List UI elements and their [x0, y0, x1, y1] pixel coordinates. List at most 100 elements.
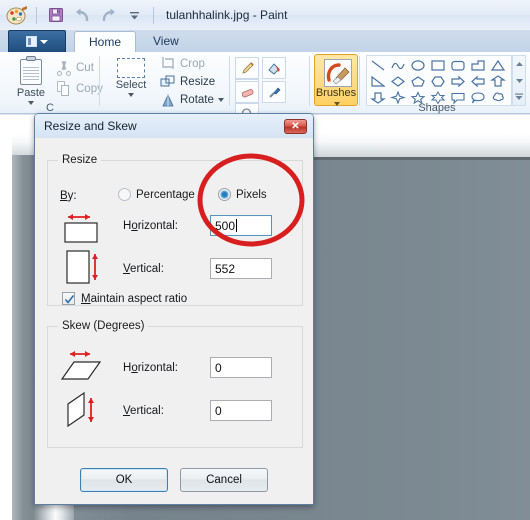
rotate-icon	[160, 92, 176, 108]
radio-percentage-label[interactable]: Percentage	[136, 189, 195, 201]
vertical-resize-icon	[64, 248, 106, 291]
rotate-chevron-down-icon	[217, 98, 224, 102]
dialog-title: Resize and Skew	[44, 119, 137, 133]
skew-vertical-value: 0	[215, 403, 222, 418]
select-chevron-down-icon	[128, 93, 134, 97]
chevron-down-icon	[40, 39, 48, 44]
horizontal-input-value: 500	[215, 218, 236, 233]
brushes-chevron-down-icon	[334, 102, 340, 106]
radio-percentage[interactable]	[118, 188, 131, 201]
curve-shape[interactable]	[388, 57, 408, 73]
crop-button[interactable]: Crop	[160, 56, 205, 72]
quick-access-toolbar	[0, 5, 158, 25]
group-divider-3	[309, 56, 310, 106]
expand-gallery-icon[interactable]	[513, 89, 525, 105]
vertical-skew-icon	[64, 390, 108, 435]
skew-vertical-input[interactable]: 0	[210, 400, 272, 421]
select-button[interactable]: Select	[113, 58, 149, 97]
line-shape[interactable]	[368, 57, 388, 73]
rectangle-shape[interactable]	[428, 57, 448, 73]
triangle-shape[interactable]	[488, 57, 508, 73]
tab-home[interactable]: Home	[74, 31, 137, 53]
undo-icon[interactable]	[71, 5, 93, 25]
polygon-shape[interactable]	[468, 57, 488, 73]
ribbon-group-image: Crop Resize Rotate	[158, 52, 230, 114]
dialog-title-bar[interactable]: Resize and Skew ✕	[35, 114, 313, 138]
scroll-up-icon[interactable]	[513, 56, 525, 72]
customize-qat-icon[interactable]	[123, 5, 145, 25]
skew-group-legend: Skew (Degrees)	[62, 320, 145, 332]
resize-label: Resize	[180, 76, 216, 88]
paint-logo-icon[interactable]	[6, 5, 28, 25]
horizontal-label: Horizontal:	[123, 220, 178, 232]
title-bar: tulanhhalink.jpg - Paint	[0, 0, 530, 30]
crop-label: Crop	[180, 58, 205, 70]
maintain-aspect-ratio-label[interactable]: Maintain aspect ratio	[81, 293, 187, 305]
by-label: By:	[60, 190, 77, 202]
scroll-down-icon[interactable]	[513, 73, 525, 89]
rotate-button[interactable]: Rotate	[160, 92, 224, 108]
oval-shape[interactable]	[408, 57, 428, 73]
horizontal-resize-icon	[60, 210, 104, 247]
radio-pixels-label[interactable]: Pixels	[236, 189, 267, 201]
resize-group: Resize By: Percentage Pixels Horizontal:	[47, 154, 303, 306]
cancel-button[interactable]: Cancel	[180, 468, 268, 492]
ribbon: Paste Cut Copy C Select Crop Resize Rota…	[0, 52, 530, 125]
dialog-button-row: OK Cancel	[35, 468, 313, 492]
ok-button[interactable]: OK	[80, 468, 168, 492]
vertical-input[interactable]: 552	[210, 258, 272, 279]
paste-button[interactable]: Paste	[8, 56, 54, 105]
ribbon-group-shapes: Shapes	[362, 52, 530, 114]
cut-button[interactable]: Cut	[56, 60, 94, 76]
horizontal-input[interactable]: 500	[210, 215, 272, 236]
dialog-body: Resize By: Percentage Pixels Horizontal:	[35, 138, 313, 504]
text-caret	[236, 219, 238, 232]
diamond-shape[interactable]	[388, 73, 408, 89]
fill-with-color-icon[interactable]	[262, 57, 287, 79]
skew-horizontal-input[interactable]: 0	[210, 357, 272, 378]
vertical-input-value: 552	[215, 261, 236, 276]
shapes-gallery-scrollbar[interactable]	[512, 55, 526, 106]
group-divider	[99, 56, 100, 106]
window-title: tulanhhalink.jpg - Paint	[166, 8, 288, 22]
hexagon-shape[interactable]	[428, 73, 448, 89]
select-label: Select	[115, 79, 147, 91]
eraser-icon[interactable]	[235, 81, 259, 103]
radio-pixels[interactable]	[218, 188, 231, 201]
ribbon-group-clipboard: Paste Cut Copy C	[0, 52, 103, 114]
pencil-icon[interactable]	[235, 57, 259, 79]
rotate-label: Rotate	[180, 94, 214, 106]
skew-vertical-label: Vertical:	[123, 405, 164, 417]
ribbon-group-tools: A	[232, 52, 310, 125]
brushes-button[interactable]: Brushes	[314, 54, 358, 106]
selection-rectangle-icon	[117, 58, 145, 78]
scissors-icon	[56, 60, 72, 76]
color-picker-icon[interactable]	[262, 81, 287, 103]
pentagon-shape[interactable]	[408, 73, 428, 89]
paint-window: tulanhhalink.jpg - Paint Home View Paste	[0, 0, 530, 520]
resize-button[interactable]: Resize	[160, 74, 215, 90]
qat-divider-2	[153, 6, 154, 24]
redo-icon[interactable]	[97, 5, 119, 25]
tab-view[interactable]: View	[139, 30, 193, 52]
maintain-aspect-ratio-checkbox[interactable]	[62, 292, 75, 305]
file-menu-button[interactable]	[8, 30, 66, 52]
copy-button[interactable]: Copy	[56, 81, 103, 97]
vertical-label: Vertical:	[123, 263, 164, 275]
save-icon[interactable]	[45, 5, 67, 25]
ribbon-group-select: Select	[101, 52, 157, 114]
brushes-label: Brushes	[315, 87, 357, 99]
file-menu-icon	[26, 36, 37, 47]
close-icon[interactable]: ✕	[284, 119, 307, 134]
paste-label: Paste	[16, 87, 46, 99]
up-arrow-shape[interactable]	[488, 73, 508, 89]
rounded-rectangle-shape[interactable]	[448, 57, 468, 73]
qat-divider	[36, 6, 37, 24]
resize-and-skew-dialog: Resize and Skew ✕ Resize By: Percentage …	[34, 113, 314, 505]
right-arrow-shape[interactable]	[448, 73, 468, 89]
ribbon-tab-row: Home View	[0, 30, 530, 53]
left-arrow-shape[interactable]	[468, 73, 488, 89]
group-divider-4	[359, 56, 360, 106]
ribbon-group-brushes: Brushes	[312, 52, 360, 114]
right-triangle-shape[interactable]	[368, 73, 388, 89]
